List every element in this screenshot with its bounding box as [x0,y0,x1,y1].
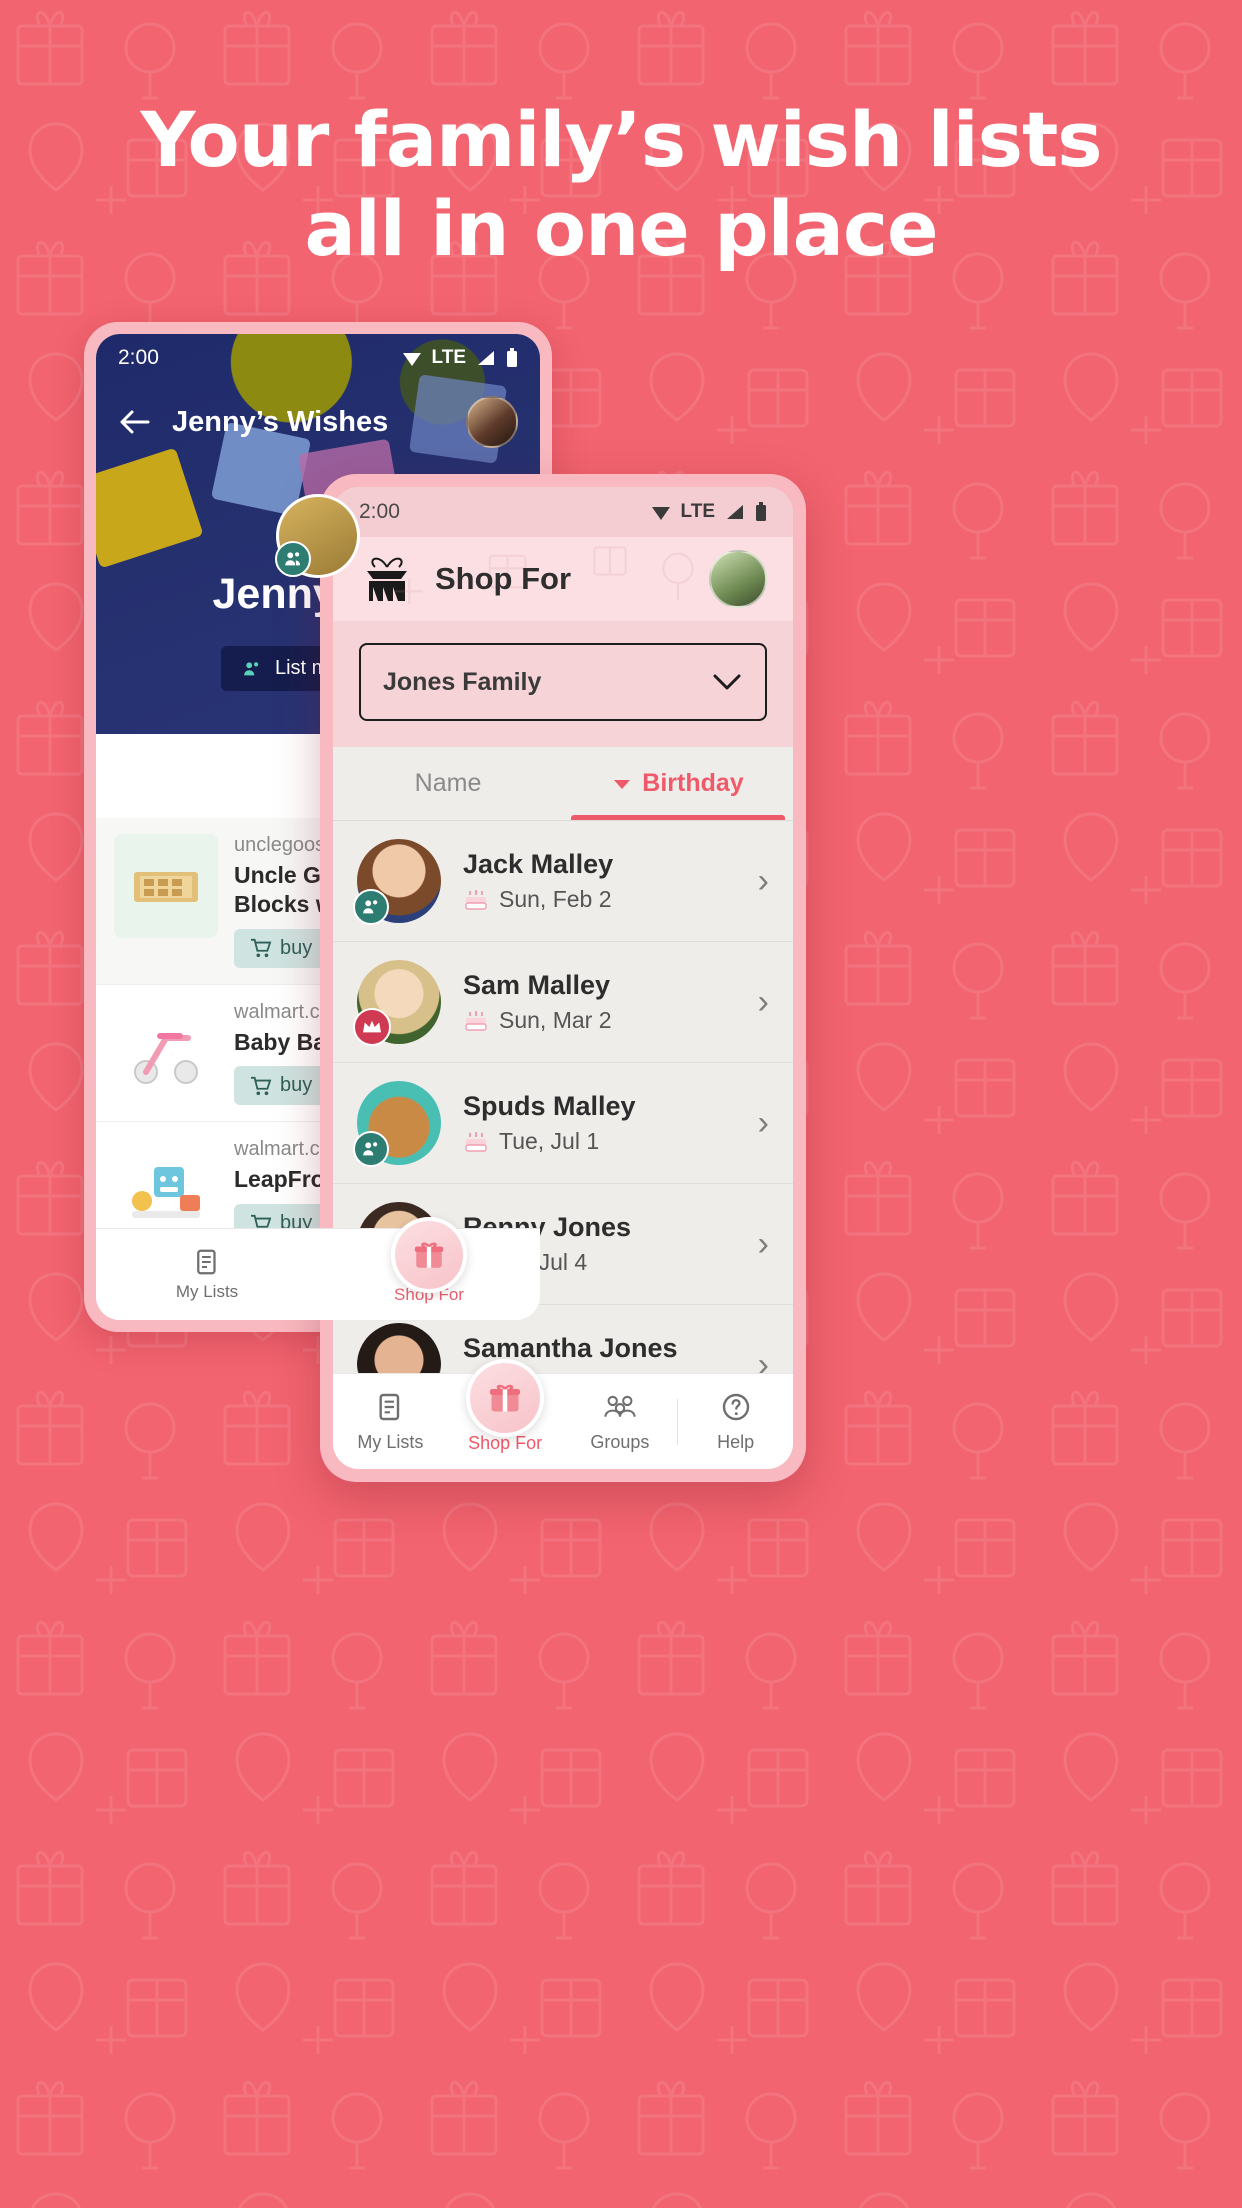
person-name: Sam Malley [463,970,611,1000]
cart-icon [251,938,272,958]
person-avatar [353,1081,441,1167]
back-status-bar: 2:00 LTE [96,334,540,382]
tab-my-lists[interactable]: My Lists [96,1247,318,1302]
back-user-avatar[interactable] [466,396,518,448]
person-birthday-label: Tue, Jul 1 [499,1128,600,1154]
front-status-bar: 2:00 LTE [333,487,793,537]
person-row[interactable]: Sam Malley Sun, Mar 2 › [333,942,793,1063]
family-selector-section: Jones Family [333,621,793,747]
person-birthday-label: Sun, Mar 2 [499,1007,612,1033]
product-thumbnail [114,1000,218,1105]
headline-line-1: Your family’s wish lists [140,95,1102,184]
shop-for-fab[interactable] [391,1216,467,1293]
back-app-bar: Jenny’s Wishes [96,386,540,458]
list-icon [197,1249,216,1275]
gift-icon [490,1384,521,1412]
help-icon [722,1393,749,1420]
groups-icon [604,1395,636,1417]
product-thumbnail [114,1138,218,1243]
buy-label: buy [280,1074,313,1097]
front-phone-screen: 2:00 LTE Shop For Jones Family Name Birt… [333,487,793,1469]
signal-icon [478,351,494,365]
person-name: Jack Malley [463,849,614,879]
family-dropdown[interactable]: Jones Family [359,643,767,721]
promo-headline: Your family’s wish lists all in one plac… [0,95,1242,274]
people-icon [353,889,389,925]
tab-shop-for[interactable]: Shop For [448,1359,563,1454]
back-status-time: 2:00 [118,346,159,369]
family-dropdown-value: Jones Family [383,667,542,696]
person-birthday: Sun, Mar 2 [463,1007,612,1034]
people-list: Jack Malley Sun, Feb 2 › Sam Malley Sun,… [333,821,793,1469]
people-icon [244,661,259,675]
back-bottom-tabbar: My Lists Shop For [96,1216,540,1320]
birthday-cake-icon [465,889,487,910]
headline-line-2: all in one place [304,183,938,273]
person-row[interactable]: Jack Malley Sun, Feb 2 › [333,821,793,942]
list-icon [379,1393,400,1420]
product-thumbnail [114,834,218,938]
wifi-icon [651,507,670,520]
chevron-right-icon[interactable]: › [758,1227,769,1261]
birthday-cake-icon [465,1131,487,1152]
back-page-title: Jenny’s Wishes [172,405,389,438]
sort-tabs: Name Birthday [333,747,793,821]
buy-button[interactable]: buy [234,1066,329,1106]
person-name: Spuds Malley [463,1091,636,1121]
people-icon [275,541,311,577]
network-label: LTE [680,501,715,522]
wifi-icon [402,353,421,366]
tab-my-lists[interactable]: My Lists [333,1391,448,1453]
person-row[interactable]: Spuds Malley Tue, Jul 1 › [333,1063,793,1184]
tab-sort-name[interactable]: Name [333,747,563,820]
birthday-cake-icon [465,1010,487,1031]
gift-icon [414,1242,444,1268]
tab-groups[interactable]: Groups [563,1391,678,1453]
front-page-title: Shop For [435,561,572,596]
chevron-right-icon[interactable]: › [758,864,769,898]
crown-icon [353,1008,391,1046]
chevron-right-icon[interactable]: › [758,985,769,1019]
person-avatar [353,960,441,1046]
buy-label: buy [280,936,313,959]
caret-down-icon [614,779,631,789]
tab-shop-for[interactable]: Shop For [318,1216,540,1305]
wishlist-owner-avatar[interactable] [275,494,360,578]
tab-help-label: Help [717,1431,755,1452]
front-phone-mockup: 2:00 LTE Shop For Jones Family Name Birt… [320,474,806,1482]
tab-sort-birthday[interactable]: Birthday [563,747,793,820]
person-avatar [353,839,441,925]
tab-help[interactable]: Help [678,1391,793,1453]
tab-sort-name-label: Name [414,769,482,797]
buy-button[interactable]: buy [234,928,329,968]
tab-my-lists-label: My Lists [357,1431,424,1452]
person-birthday: Sun, Feb 2 [463,886,613,913]
tab-my-lists-label: My Lists [175,1282,239,1301]
battery-icon [507,348,517,367]
front-app-bar: Shop For [333,537,793,621]
person-birthday: Tue, Jul 1 [463,1128,636,1155]
chevron-down-icon [713,674,741,690]
arrow-left-icon[interactable] [118,408,152,436]
battery-icon [756,502,766,521]
front-status-time: 2:00 [359,500,400,523]
signal-icon [727,505,743,519]
cart-icon [251,1076,272,1095]
shop-for-fab[interactable] [466,1359,545,1437]
network-label: LTE [431,347,466,368]
tab-sort-birthday-label: Birthday [642,769,744,797]
people-icon [353,1131,389,1167]
person-birthday-label: Sun, Feb 2 [499,886,612,912]
chevron-right-icon[interactable]: › [758,1106,769,1140]
front-bottom-tabbar: My Lists Shop For Groups Help [333,1359,793,1469]
front-user-avatar[interactable] [709,550,767,608]
tab-groups-label: Groups [590,1431,650,1452]
